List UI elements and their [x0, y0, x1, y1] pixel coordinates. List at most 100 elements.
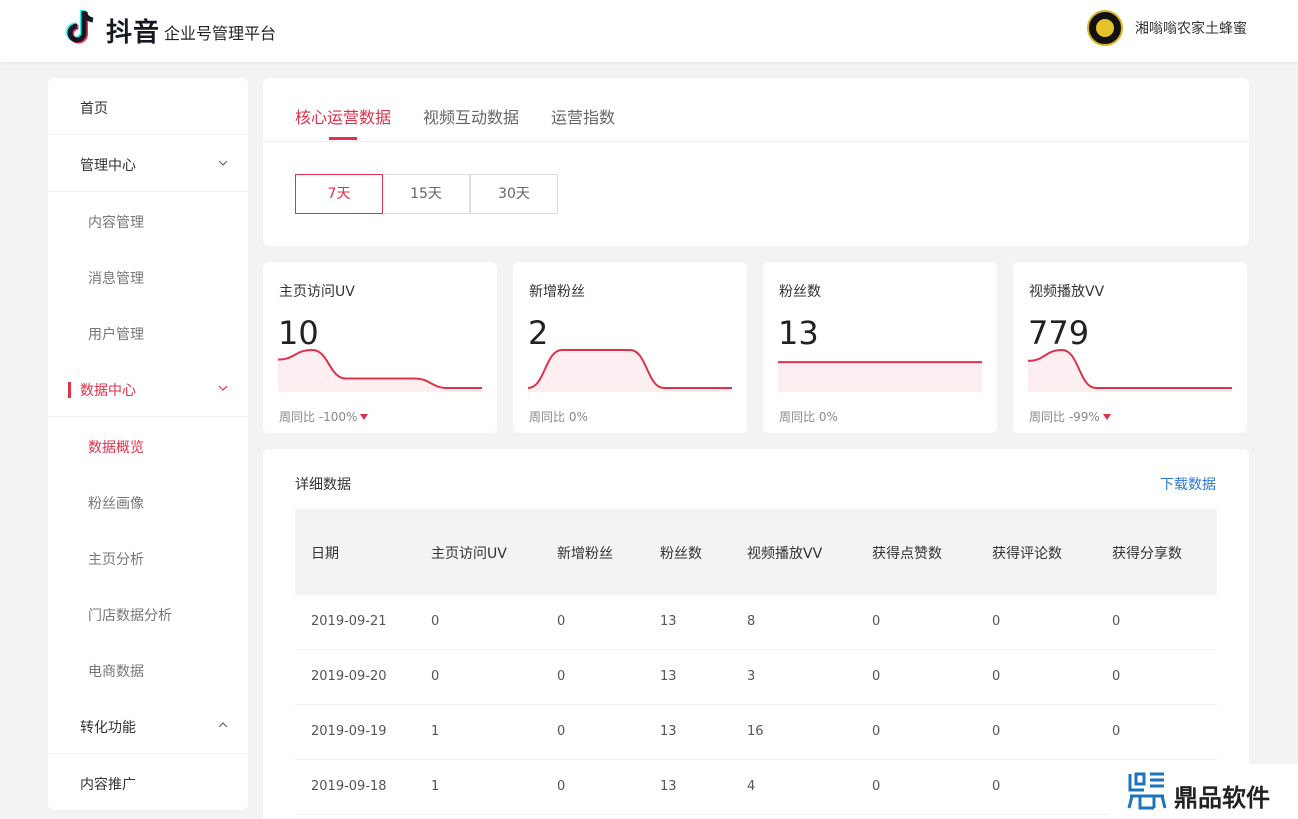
sidebar-item-label: 用户管理	[88, 327, 144, 343]
sidebar-item-label: 内容管理	[88, 215, 144, 231]
week-over-week: 周同比 0%	[779, 408, 838, 425]
tab-video-interaction[interactable]: 视频互动数据	[423, 104, 519, 128]
week-over-week-text: 周同比 -99%	[1029, 410, 1100, 424]
active-indicator	[68, 382, 71, 398]
divider	[48, 191, 248, 192]
brand-name: 抖音	[106, 18, 161, 48]
row-divider	[295, 814, 1217, 815]
top-header: 抖音 企业号管理平台 湘嗡嗡农家土蜂蜜	[0, 0, 1298, 62]
table-cell: 0	[992, 669, 1001, 684]
table-cell: 13	[660, 724, 677, 739]
divider	[48, 416, 248, 417]
divider	[48, 134, 248, 135]
table-cell: 0	[992, 614, 1001, 629]
sparkline-area	[1028, 350, 1232, 392]
sidebar: 首页 管理中心 内容管理 消息管理 用户管理 数据中心 数据概览 粉丝画像 主页…	[48, 78, 248, 810]
tab-core-data[interactable]: 核心运营数据	[295, 104, 391, 128]
sparkline-area	[278, 350, 482, 392]
column-header-comments: 获得评论数	[992, 546, 1062, 562]
week-over-week: 周同比 -99%	[1029, 408, 1111, 425]
table-cell: 2019-09-18	[311, 779, 387, 794]
column-header-likes: 获得点赞数	[872, 546, 942, 562]
divider	[48, 753, 248, 754]
table-cell: 0	[872, 614, 881, 629]
douyin-logo-icon[interactable]	[64, 8, 100, 48]
sparkline-area	[778, 362, 982, 392]
row-divider	[295, 759, 1217, 760]
table-cell: 0	[1112, 669, 1121, 684]
table-cell: 0	[557, 614, 566, 629]
detail-data-card	[263, 449, 1249, 819]
sparkline-area	[528, 350, 732, 392]
range-7-days-button[interactable]: 7天	[295, 174, 383, 214]
trend-sparkline	[278, 348, 482, 392]
trend-sparkline	[528, 349, 732, 392]
table-cell: 8	[747, 614, 756, 629]
metric-card-video-vv: 视频播放VV 779 周同比 -99%	[1013, 262, 1247, 433]
watermark-text: 鼎品软件	[1174, 784, 1270, 812]
table-cell: 0	[431, 614, 440, 629]
week-over-week-text: 周同比 -100%	[279, 410, 358, 424]
table-cell: 1	[431, 724, 440, 739]
row-divider	[295, 704, 1217, 705]
account-name[interactable]: 湘嗡嗡农家土蜂蜜	[1135, 18, 1247, 38]
table-cell: 1	[431, 779, 440, 794]
table-cell: 0	[431, 669, 440, 684]
metric-card-new-fans: 新增粉丝 2 周同比 0%	[513, 262, 747, 433]
week-over-week: 周同比 -100%	[279, 408, 369, 425]
arrow-down-icon	[1102, 414, 1111, 420]
detail-title: 详细数据	[295, 477, 351, 493]
range-30-days-button[interactable]: 30天	[470, 174, 558, 214]
table-cell: 2019-09-21	[311, 614, 387, 629]
column-header-homepage-uv: 主页访问UV	[431, 546, 507, 562]
dingpin-logo-icon	[1127, 772, 1167, 810]
sidebar-item-label: 主页分析	[88, 552, 144, 568]
chevron-down-icon	[218, 160, 228, 166]
week-over-week: 周同比 0%	[529, 408, 588, 425]
sidebar-item-label: 数据中心	[80, 383, 136, 399]
row-divider	[295, 649, 1217, 650]
metric-label: 主页访问UV	[279, 284, 355, 300]
tab-operation-index[interactable]: 运营指数	[551, 104, 615, 128]
column-header-date: 日期	[311, 546, 339, 562]
table-cell: 3	[747, 669, 756, 684]
avatar[interactable]	[1087, 10, 1123, 46]
chevron-down-icon	[218, 385, 228, 391]
metric-label: 新增粉丝	[529, 284, 585, 300]
column-header-shares: 获得分享数	[1112, 546, 1182, 562]
table-cell: 13	[660, 614, 677, 629]
range-15-days-button[interactable]: 15天	[382, 174, 470, 214]
sidebar-item-label: 管理中心	[80, 158, 136, 174]
sidebar-item-label: 内容推广	[80, 777, 136, 793]
column-header-fans: 粉丝数	[660, 546, 702, 562]
column-header-new-fans: 新增粉丝	[557, 546, 613, 562]
week-over-week-text: 周同比 0%	[529, 410, 588, 424]
table-cell: 0	[872, 724, 881, 739]
week-over-week-text: 周同比 0%	[779, 410, 838, 424]
metric-card-fans: 粉丝数 13 周同比 0%	[763, 262, 997, 433]
table-cell: 13	[660, 779, 677, 794]
table-cell: 0	[1112, 724, 1121, 739]
table-cell: 0	[1112, 614, 1121, 629]
sidebar-item-label: 电商数据	[88, 664, 144, 680]
watermark: 鼎品软件	[1108, 764, 1298, 819]
table-cell: 2019-09-19	[311, 724, 387, 739]
table-cell: 0	[557, 779, 566, 794]
tabs-divider	[263, 141, 1249, 142]
active-tab-underline	[329, 137, 357, 140]
table-cell: 0	[557, 724, 566, 739]
sidebar-item-label: 首页	[80, 101, 108, 117]
trend-sparkline	[778, 361, 982, 392]
sidebar-item-label: 粉丝画像	[88, 496, 144, 512]
tabs-card: 核心运营数据 视频互动数据 运营指数	[263, 78, 1249, 246]
metric-label: 视频播放VV	[1029, 284, 1105, 300]
chevron-up-icon	[218, 722, 228, 728]
sidebar-item-label: 数据概览	[88, 440, 144, 456]
download-data-link[interactable]: 下载数据	[1160, 474, 1216, 494]
table-cell: 0	[872, 669, 881, 684]
table-cell: 0	[872, 779, 881, 794]
trend-sparkline	[1028, 348, 1232, 392]
platform-title: 企业号管理平台	[164, 24, 277, 43]
metric-card-homepage-uv: 主页访问UV 10 周同比 -100%	[263, 262, 497, 433]
sidebar-item-label: 消息管理	[88, 271, 144, 287]
